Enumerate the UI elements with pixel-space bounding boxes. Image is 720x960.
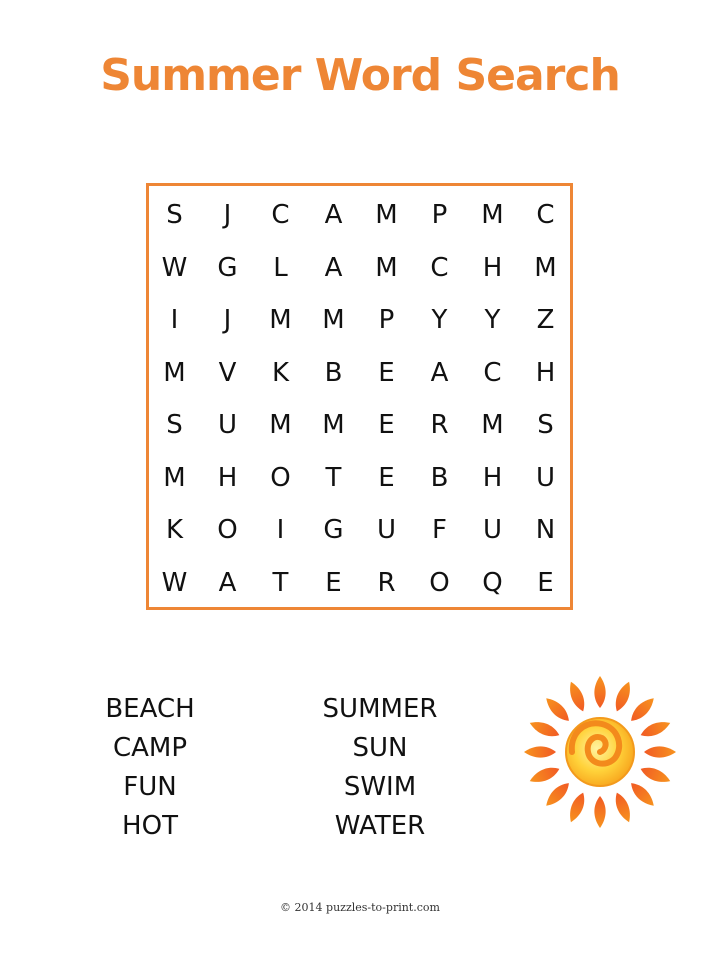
page-title: Summer Word Search <box>100 50 621 101</box>
word-list-item: SUMMER <box>322 694 438 724</box>
grid-letter: V <box>218 357 237 388</box>
grid-letter: A <box>324 252 343 283</box>
word-list-item: BEACH <box>105 694 195 724</box>
grid-letter: L <box>273 252 288 283</box>
sun-ray <box>529 767 560 782</box>
grid-letter: M <box>163 357 186 388</box>
grid-letter: Y <box>484 305 501 336</box>
grid-letter: I <box>170 305 179 336</box>
grid-letter: M <box>322 410 345 441</box>
word-list-item: HOT <box>122 811 178 841</box>
grid-letter: W <box>161 252 188 283</box>
sun-ray <box>594 676 606 708</box>
grid-letter: G <box>217 252 238 283</box>
grid-letter: O <box>217 515 238 546</box>
grid-letter: H <box>217 462 238 493</box>
sun-icon <box>524 676 676 828</box>
grid-letter: Y <box>431 305 448 336</box>
grid-letter: Q <box>482 567 503 598</box>
grid-letter: G <box>323 515 344 546</box>
grid-letter: U <box>217 410 238 441</box>
grid-letter: C <box>271 200 290 231</box>
sun-ray <box>524 746 556 758</box>
grid-letter: B <box>430 462 449 493</box>
grid-letter: A <box>430 357 449 388</box>
word-list-item: WATER <box>334 811 426 841</box>
grid-letter: O <box>270 462 291 493</box>
sun-ray <box>631 783 654 806</box>
grid-letter: Z <box>536 305 555 336</box>
grid-letter: F <box>432 515 447 546</box>
grid-letter: J <box>223 200 232 231</box>
grid-letter: C <box>483 357 502 388</box>
grid-letter: E <box>378 462 395 493</box>
grid-letter: M <box>375 200 398 231</box>
grid-letter: K <box>271 357 290 388</box>
word-list-item: FUN <box>123 772 177 802</box>
grid-letter: M <box>375 252 398 283</box>
grid-letter: W <box>161 567 188 598</box>
grid-letter: P <box>431 200 448 231</box>
word-list-column-2: SUMMER SUN SWIM WATER <box>300 690 460 846</box>
grid-letter: R <box>430 410 449 441</box>
sun-ray <box>570 681 585 712</box>
grid-letter: T <box>272 567 289 598</box>
grid-letter: M <box>322 305 345 336</box>
grid-letter: H <box>482 252 503 283</box>
grid-letter: O <box>429 567 450 598</box>
word-list-item: SWIM <box>343 772 417 802</box>
grid-letter: C <box>536 200 555 231</box>
grid-letter: C <box>430 252 449 283</box>
grid-letter: H <box>535 357 556 388</box>
grid-letter: A <box>218 567 237 598</box>
grid-letter: J <box>223 305 232 336</box>
sun-ray <box>631 698 654 721</box>
grid-letter: I <box>276 515 285 546</box>
grid-letter: S <box>537 410 554 441</box>
sun-ray <box>546 698 569 721</box>
sun-ray <box>546 783 569 806</box>
sun-ray <box>615 792 630 823</box>
grid-letter: T <box>325 462 342 493</box>
grid-letter: M <box>163 462 186 493</box>
copyright-footer: © 2014 puzzles-to-print.com <box>280 901 440 914</box>
sun-ray <box>640 722 671 737</box>
grid-letter: H <box>482 462 503 493</box>
sun-ray <box>594 796 606 828</box>
grid-letter: E <box>378 357 395 388</box>
word-list-item: CAMP <box>112 733 188 763</box>
grid-letter: M <box>269 305 292 336</box>
grid-letter: M <box>481 410 504 441</box>
grid-letter: M <box>534 252 557 283</box>
grid-letter: N <box>535 515 556 546</box>
grid-letter: M <box>481 200 504 231</box>
word-list-item: SUN <box>352 733 408 763</box>
sun-ray <box>529 722 560 737</box>
sun-ray <box>640 767 671 782</box>
grid-letter: U <box>535 462 556 493</box>
grid-letter: A <box>324 200 343 231</box>
grid-letter: B <box>324 357 343 388</box>
grid-letter: E <box>537 567 554 598</box>
grid-letter: R <box>377 567 396 598</box>
word-list-column-1: BEACH CAMP FUN HOT <box>90 690 210 846</box>
grid-letter: U <box>482 515 503 546</box>
grid-letter: M <box>269 410 292 441</box>
grid-letter: P <box>378 305 395 336</box>
grid-letter: S <box>166 410 183 441</box>
sun-ray <box>644 746 676 758</box>
grid-letter: S <box>166 200 183 231</box>
sun-ray <box>570 792 585 823</box>
grid-letter: K <box>165 515 184 546</box>
letter-grid: SJCAMPMCWGLAMCHMIJMMPYYZMVKBEACHSUMMERMS… <box>148 189 572 609</box>
grid-letter: E <box>325 567 342 598</box>
sun-ray <box>615 681 630 712</box>
grid-letter: E <box>378 410 395 441</box>
grid-letter: U <box>376 515 397 546</box>
